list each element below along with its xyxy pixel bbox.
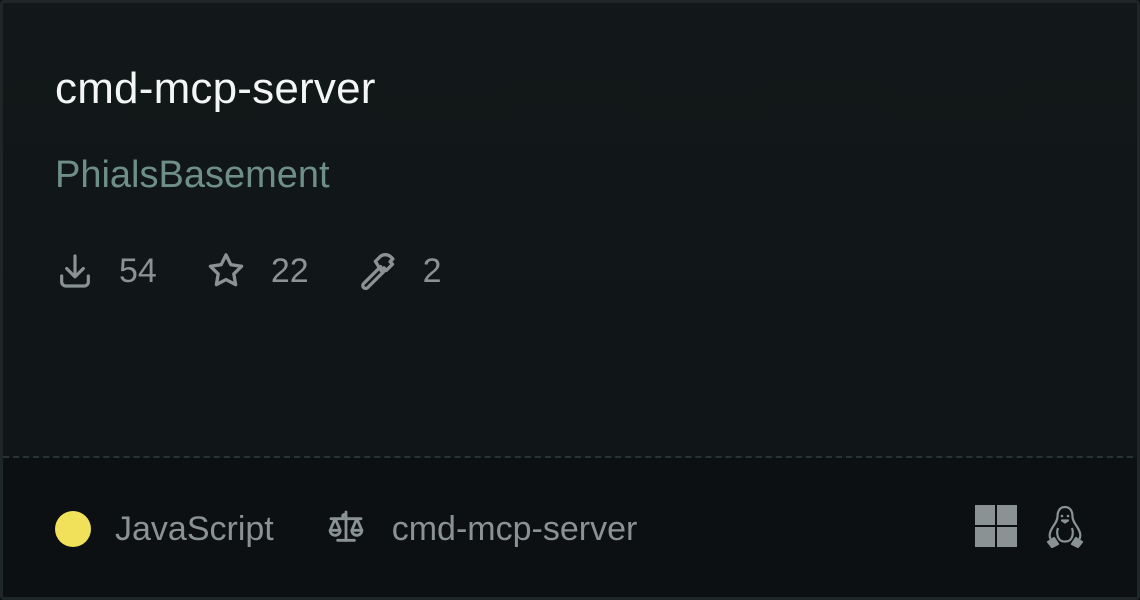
windows-icon — [975, 504, 1017, 552]
language-color-dot — [55, 511, 91, 547]
server-card[interactable]: cmd-mcp-server PhialsBasement 54 22 2 Ja… — [0, 0, 1140, 600]
stars-stat: 22 — [205, 250, 309, 292]
language-label: JavaScript — [115, 510, 274, 548]
linux-icon — [1045, 504, 1085, 553]
repo-title[interactable]: cmd-mcp-server — [55, 61, 376, 117]
license-label: cmd-mcp-server — [391, 510, 638, 548]
downloads-stat: 54 — [55, 251, 157, 291]
footer-meta: JavaScript cmd-mcp-server — [55, 505, 637, 553]
hammer-icon — [357, 250, 399, 292]
tools-stat: 2 — [357, 250, 442, 292]
download-icon — [55, 251, 95, 291]
stars-count: 22 — [270, 252, 309, 290]
platform-icons — [947, 504, 1085, 553]
footer-divider — [3, 456, 1137, 458]
license-info: cmd-mcp-server — [326, 507, 638, 552]
scale-icon — [326, 507, 366, 552]
repo-owner[interactable]: PhialsBasement — [55, 153, 330, 197]
stats-row: 54 22 2 — [55, 247, 490, 295]
star-icon — [205, 250, 247, 292]
tools-count: 2 — [422, 252, 442, 290]
downloads-count: 54 — [119, 252, 157, 290]
